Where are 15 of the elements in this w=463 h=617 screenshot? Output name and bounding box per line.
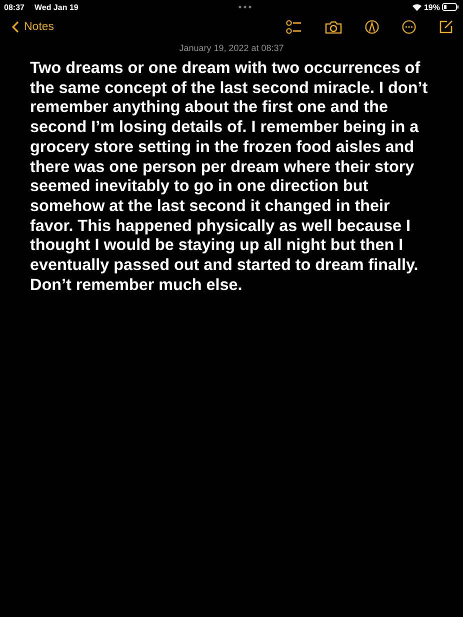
back-button[interactable]: Notes [12, 21, 54, 33]
compose-icon[interactable] [439, 20, 453, 34]
camera-icon[interactable] [325, 20, 342, 34]
wifi-icon [412, 3, 422, 11]
more-icon[interactable] [402, 20, 416, 34]
pen-icon[interactable] [365, 20, 379, 34]
multitasking-dots-icon[interactable] [238, 5, 252, 9]
note-timestamp: January 19, 2022 at 08:37 [178, 43, 285, 53]
battery-icon [442, 3, 459, 11]
status-time: 08:37 [4, 2, 24, 12]
checklist-icon[interactable] [286, 20, 302, 34]
chevron-icon [12, 21, 19, 33]
note-body: Two dreams or one dream with two occurrences of the same concept of the last second miracle. I don’t remember anything about the first one and the second I’m losing details of. I remember being in a grocery store setting in the frozen food aisles and there was one person per dream where their story seemed inevitably to go in one direction but somehow at the last second it changed in their favor. This happened physically as well because I thought I would be staying up all night but then I eventually passed out and started to dream finally. Don’t remember much else. [29, 58, 429, 296]
status-date: Wed Jan 19 [34, 2, 78, 12]
battery-percent: 19% [424, 2, 440, 12]
